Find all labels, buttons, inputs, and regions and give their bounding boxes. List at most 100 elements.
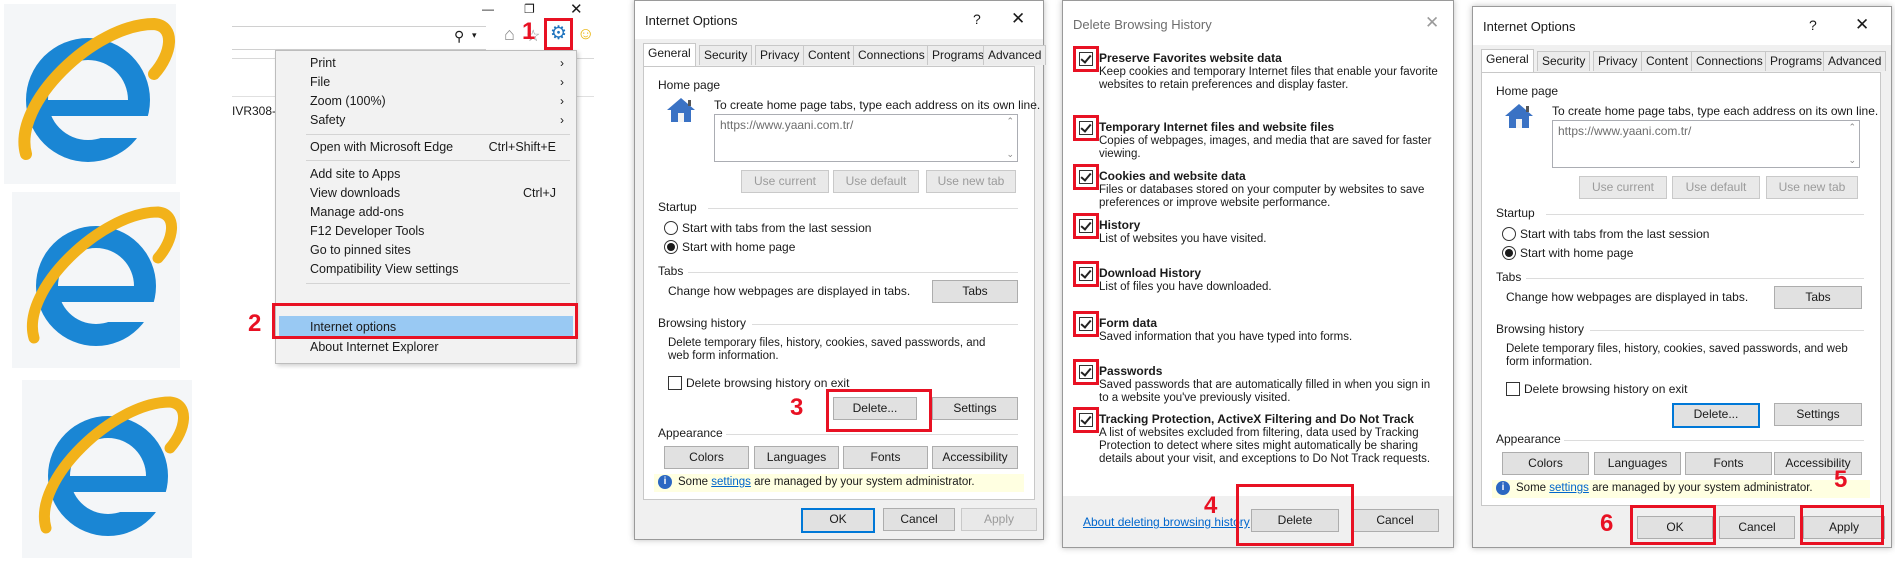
colors-button[interactable]: Colors: [664, 446, 749, 469]
home-page-hint: To create home page tabs, type each addr…: [714, 98, 1041, 112]
delete-on-exit-checkbox[interactable]: [1506, 382, 1520, 396]
tab-connections[interactable]: Connections: [1691, 51, 1768, 71]
history-item-title: Preserve Favorites website data: [1099, 51, 1282, 65]
scroll-up-icon[interactable]: ⌃: [1006, 116, 1014, 127]
scroll-down-icon[interactable]: ⌄: [1848, 155, 1856, 166]
tab-security[interactable]: Security: [699, 45, 753, 65]
tab-content[interactable]: Content: [1641, 51, 1694, 71]
settings-link[interactable]: settings: [1549, 482, 1589, 494]
tab-content[interactable]: Content: [803, 45, 856, 65]
chevron-right-icon: ›: [560, 56, 564, 70]
startup-heading: Startup: [658, 200, 697, 214]
restore-icon[interactable]: ❐: [524, 2, 535, 16]
startup-heading: Startup: [1496, 206, 1535, 220]
menu-item-about-ie[interactable]: About Internet Explorer: [310, 337, 439, 357]
use-new-tab-button[interactable]: Use new tab: [926, 170, 1016, 193]
use-new-tab-button[interactable]: Use new tab: [1766, 176, 1858, 199]
use-current-button[interactable]: Use current: [1579, 176, 1667, 199]
tabs-button[interactable]: Tabs: [932, 280, 1018, 303]
minimize-icon[interactable]: —: [482, 2, 494, 16]
chevron-right-icon: ›: [560, 113, 564, 127]
cancel-button[interactable]: Cancel: [883, 508, 955, 531]
use-current-button[interactable]: Use current: [741, 170, 829, 193]
feedback-smiley-icon[interactable]: ☺: [577, 24, 594, 44]
tabs-desc: Change how webpages are displayed in tab…: [1506, 290, 1749, 304]
use-default-button[interactable]: Use default: [833, 170, 919, 193]
menu-item-manage-addons[interactable]: Manage add-ons: [310, 202, 404, 222]
general-panel: Home page To create home page tabs, type…: [643, 66, 1040, 500]
fonts-button[interactable]: Fonts: [843, 446, 928, 469]
menu-item-pinned-sites[interactable]: Go to pinned sites: [310, 240, 411, 260]
languages-button[interactable]: Languages: [754, 446, 839, 469]
divider: [708, 208, 1018, 209]
delete-on-exit-label: Delete browsing history on exit: [686, 376, 850, 390]
apply-button[interactable]: Apply: [961, 508, 1037, 531]
history-settings-button[interactable]: Settings: [932, 397, 1018, 420]
ok-button[interactable]: OK: [801, 508, 875, 533]
tab-programs[interactable]: Programs: [1765, 51, 1828, 71]
tab-general[interactable]: General: [1481, 49, 1534, 72]
step-label-5: 5: [1834, 466, 1848, 493]
delete-cancel-button[interactable]: Cancel: [1351, 509, 1439, 532]
menu-item-print[interactable]: Print: [310, 53, 336, 73]
history-settings-button[interactable]: Settings: [1774, 403, 1862, 426]
menu-item-add-site[interactable]: Add site to Apps: [310, 164, 400, 184]
menu-separator: [306, 134, 570, 135]
delete-button[interactable]: Delete...: [1672, 403, 1760, 428]
home-icon[interactable]: ⌂: [504, 24, 515, 45]
menu-item-open-edge[interactable]: Open with Microsoft Edge: [310, 137, 453, 157]
history-item-desc: List of files you have downloaded.: [1099, 281, 1272, 293]
home-page-heading: Home page: [658, 78, 721, 92]
menu-item-zoom[interactable]: Zoom (100%): [310, 91, 386, 111]
menu-item-f12[interactable]: F12 Developer Tools: [310, 221, 424, 241]
history-item-title: History: [1099, 218, 1141, 232]
tab-advanced[interactable]: Advanced: [1823, 51, 1887, 71]
appearance-heading: Appearance: [658, 426, 723, 440]
home-page-url-field[interactable]: https://www.yaani.com.tr/ ⌃ ⌄: [714, 114, 1018, 162]
address-bar[interactable]: [232, 26, 486, 50]
tab-connections[interactable]: Connections: [853, 45, 930, 65]
help-icon[interactable]: ?: [1809, 17, 1817, 33]
close-icon[interactable]: ✕: [1855, 15, 1869, 35]
close-icon[interactable]: ✕: [1425, 13, 1439, 33]
close-icon[interactable]: ✕: [1011, 9, 1025, 29]
use-default-button[interactable]: Use default: [1672, 176, 1760, 199]
info-icon: i: [1496, 481, 1510, 495]
tab-advanced[interactable]: Advanced: [983, 45, 1047, 65]
tab-programs[interactable]: Programs: [927, 45, 990, 65]
settings-link[interactable]: settings: [711, 476, 751, 488]
radio-start-tabs[interactable]: [664, 221, 678, 235]
accessibility-button[interactable]: Accessibility: [1774, 452, 1862, 475]
radio-start-home[interactable]: [664, 240, 678, 254]
menu-item-file[interactable]: File: [310, 72, 330, 92]
tabs-button[interactable]: Tabs: [1774, 286, 1862, 309]
languages-button[interactable]: Languages: [1594, 452, 1681, 475]
close-window-icon[interactable]: ✕: [570, 0, 583, 18]
startup-option-tabs: Start with tabs from the last session: [1520, 227, 1710, 241]
menu-item-compat-view[interactable]: Compatibility View settings: [310, 259, 458, 279]
help-icon[interactable]: ?: [973, 11, 981, 27]
dialog-title: Internet Options: [645, 13, 738, 28]
radio-start-home[interactable]: [1502, 246, 1516, 260]
fonts-button[interactable]: Fonts: [1685, 452, 1772, 475]
scroll-down-icon[interactable]: ⌄: [1006, 149, 1014, 160]
scroll-up-icon[interactable]: ⌃: [1848, 122, 1856, 133]
home-page-url-field[interactable]: https://www.yaani.com.tr/ ⌃ ⌄: [1552, 120, 1860, 168]
chevron-right-icon: ›: [560, 94, 564, 108]
cancel-button[interactable]: Cancel: [1719, 516, 1795, 539]
colors-button[interactable]: Colors: [1502, 452, 1589, 475]
menu-item-safety[interactable]: Safety: [310, 110, 345, 130]
radio-start-tabs[interactable]: [1502, 227, 1516, 241]
browsing-history-desc: Delete temporary files, history, cookies…: [668, 337, 986, 362]
search-icon[interactable]: ⚲: [454, 28, 464, 45]
tab-privacy[interactable]: Privacy: [755, 45, 805, 65]
tab-security[interactable]: Security: [1537, 51, 1591, 71]
delete-on-exit-checkbox[interactable]: [668, 376, 682, 390]
dropdown-arrow-icon[interactable]: ▾: [472, 30, 477, 41]
accessibility-button[interactable]: Accessibility: [932, 446, 1018, 469]
tab-general[interactable]: General: [643, 43, 696, 66]
menu-item-view-downloads[interactable]: View downloads: [310, 183, 400, 203]
about-deleting-link[interactable]: About deleting browsing history: [1083, 515, 1250, 529]
tab-privacy[interactable]: Privacy: [1593, 51, 1643, 71]
info-text-post: are managed by your system administrator…: [750, 476, 975, 488]
